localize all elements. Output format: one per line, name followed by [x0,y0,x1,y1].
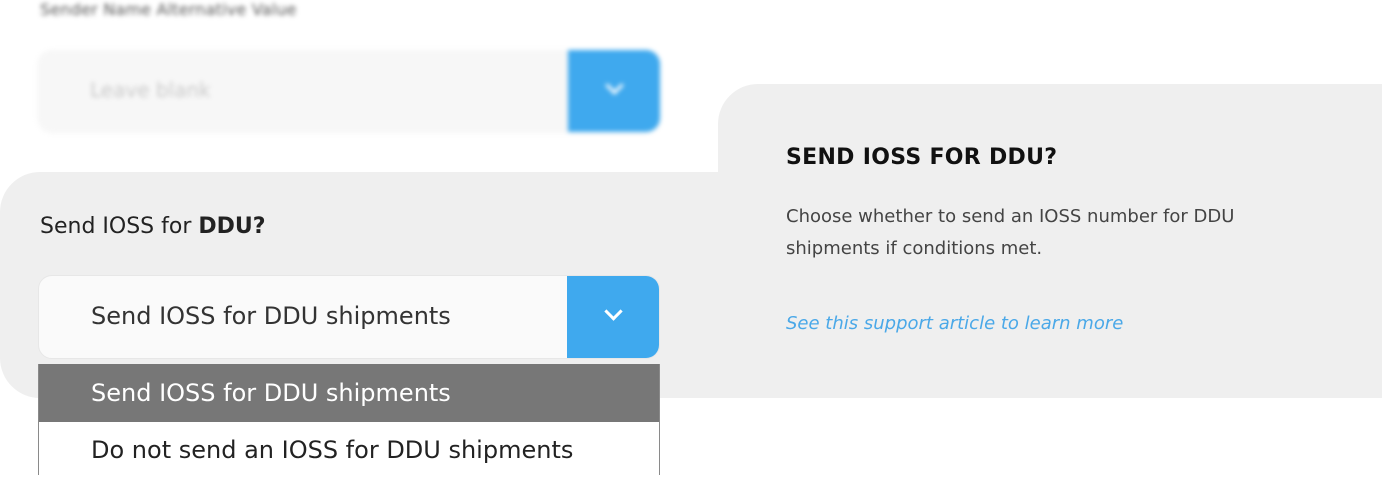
ioss-label-bold: DDU? [198,214,266,239]
support-article-link[interactable]: See this support article to learn more [786,313,1123,334]
ioss-label-prefix: Send IOSS for [40,214,199,239]
blurred-sender-name-field: Sender Name Alternative Value Leave blan… [0,0,700,150]
ioss-dropdown-button[interactable] [567,276,659,358]
ioss-select[interactable]: Send IOSS for DDU shipments [38,275,660,359]
sender-name-select[interactable]: Leave blank [38,50,660,132]
sender-name-dropdown-button[interactable] [568,50,660,132]
sender-name-label: Sender Name Alternative Value [40,0,297,19]
ioss-dropdown-list: Send IOSS for DDU shipments Do not send … [38,364,660,475]
ioss-select-value: Send IOSS for DDU shipments [91,302,451,330]
sender-name-placeholder: Leave blank [90,78,211,102]
dropdown-option-do-not-send-ioss[interactable]: Do not send an IOSS for DDU shipments [39,422,659,478]
info-panel-title: SEND IOSS FOR DDU? [786,145,1058,170]
chevron-down-icon [605,76,624,95]
dropdown-option-send-ioss[interactable]: Send IOSS for DDU shipments [39,364,659,422]
info-panel-description: Choose whether to send an IOSS number fo… [786,206,1235,259]
ioss-field-label: Send IOSS for DDU? [40,214,266,239]
chevron-down-icon [604,302,623,321]
